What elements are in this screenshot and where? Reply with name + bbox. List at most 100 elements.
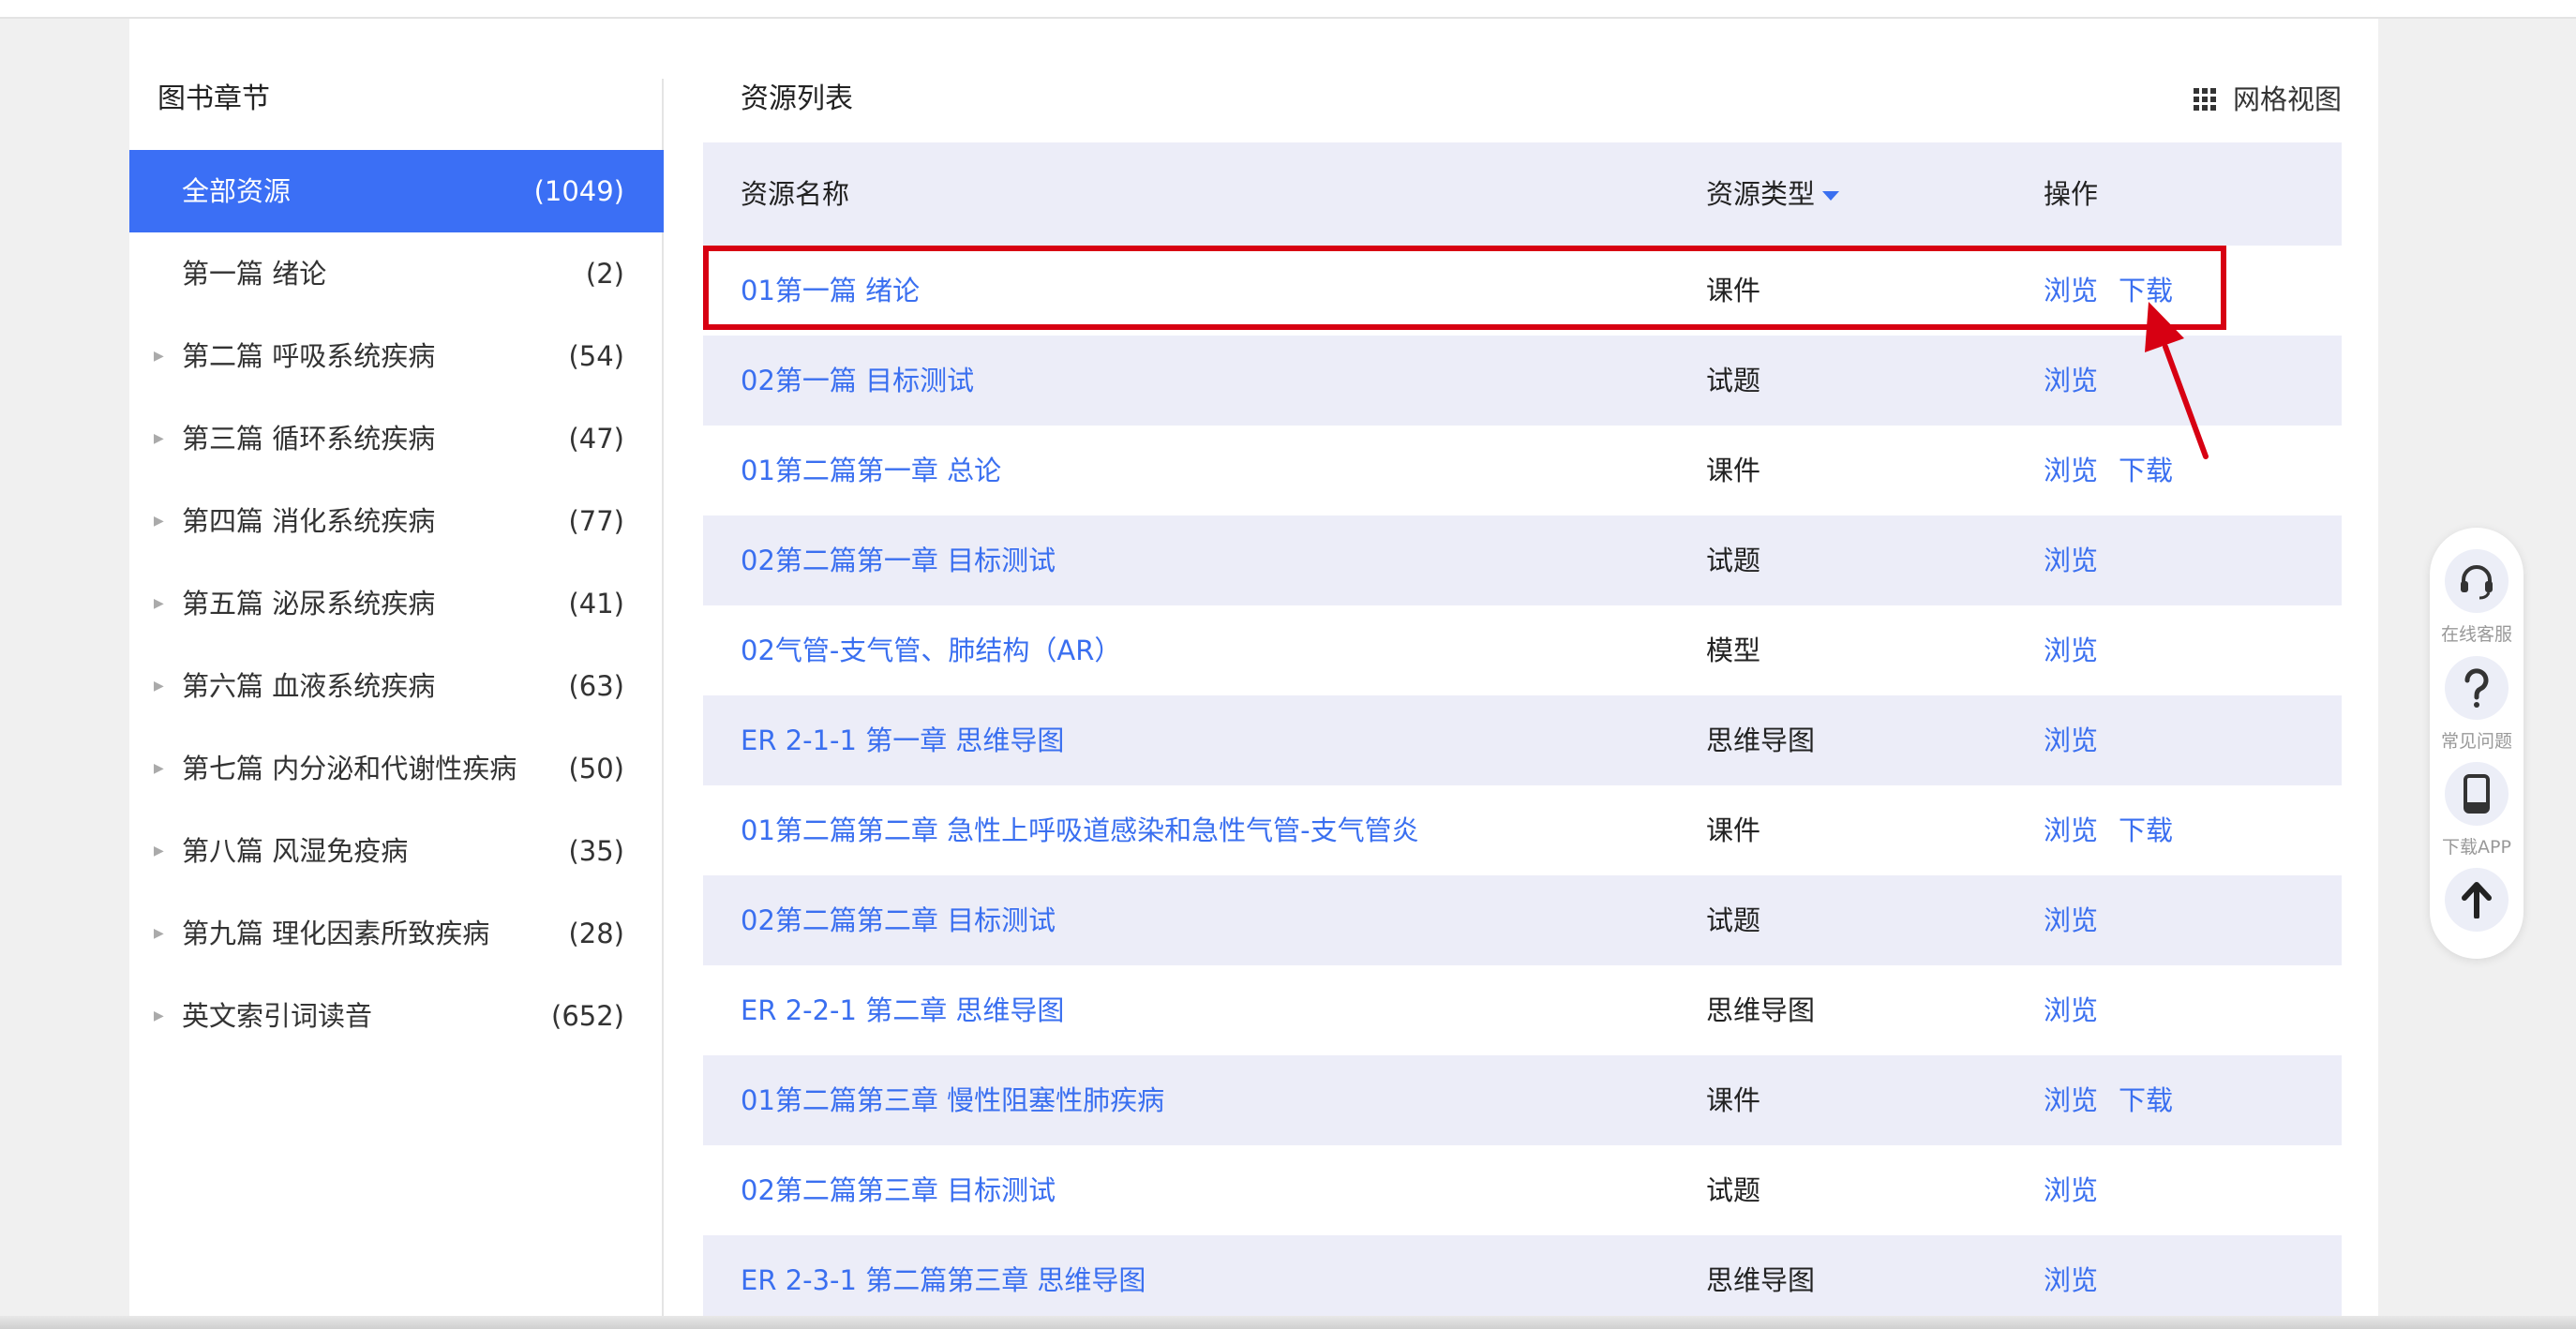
sidebar-item-count: (2): [585, 258, 624, 290]
expand-caret-icon[interactable]: ▶: [154, 645, 164, 727]
resource-type: 试题: [1706, 1174, 1761, 1206]
expand-caret-icon[interactable]: ▶: [154, 727, 164, 810]
table-body: 01第一篇 绪论 课件 浏览 下载 02第一篇 目标测试 试题 浏览 01第二篇第一章 总论课…: [703, 246, 2342, 1325]
sidebar-item-label: 第六篇 血液系统疾病: [182, 670, 436, 702]
faq-circle: [2445, 656, 2509, 720]
sidebar-item-10[interactable]: ▶ 英文索引词读音 (652): [129, 975, 664, 1057]
sidebar-item-count: (28): [568, 918, 624, 949]
page-bottom-edge: [0, 1316, 2576, 1329]
resource-name-link[interactable]: 02第二篇第二章 目标测试: [741, 875, 1056, 965]
expand-caret-icon[interactable]: ▶: [154, 315, 164, 397]
sidebar-item-count: (54): [568, 340, 624, 372]
grid-icon: [2193, 88, 2216, 111]
sidebar-item-count: (41): [568, 588, 624, 620]
online-service-button[interactable]: 在线客服: [2430, 549, 2524, 646]
grid-view-label: 网格视图: [2232, 83, 2342, 115]
browse-link[interactable]: 浏览: [2044, 1264, 2098, 1296]
sidebar-item-count: (47): [568, 423, 624, 455]
sidebar-item-0[interactable]: 全部资源 (1049): [129, 150, 664, 232]
table-row: 01第二篇第三章 慢性阻塞性肺疾病 课件 浏览 下载: [703, 1055, 2342, 1145]
browse-link[interactable]: 浏览: [2044, 994, 2098, 1026]
sidebar-item-label: 第七篇 内分泌和代谢性疾病: [182, 753, 517, 784]
column-header-type[interactable]: 资源类型: [1706, 142, 1840, 246]
resource-type: 试题: [1706, 365, 1761, 396]
sidebar-item-6[interactable]: ▶ 第六篇 血液系统疾病 (63): [129, 645, 664, 727]
browse-link[interactable]: 浏览: [2044, 904, 2098, 936]
sidebar-item-2[interactable]: ▶ 第二篇 呼吸系统疾病 (54): [129, 315, 664, 397]
sidebar-item-3[interactable]: ▶ 第三篇 循环系统疾病 (47): [129, 397, 664, 480]
sidebar-item-8[interactable]: ▶ 第八篇 风湿免疫病 (35): [129, 810, 664, 892]
sidebar-item-9[interactable]: ▶ 第九篇 理化因素所致疾病 (28): [129, 892, 664, 975]
expand-caret-icon[interactable]: ▶: [154, 892, 164, 975]
sidebar-item-1[interactable]: 第一篇 绪论 (2): [129, 232, 664, 315]
download-link[interactable]: 下载: [2119, 455, 2173, 486]
browse-link[interactable]: 浏览: [2044, 814, 2098, 846]
table-row: ER 2-3-1 第二篇第三章 思维导图 思维导图 浏览: [703, 1235, 2342, 1325]
table-row: 01第二篇第一章 总论 课件 浏览 下载: [703, 426, 2342, 515]
back-to-top-button[interactable]: [2430, 868, 2524, 932]
sidebar-item-label: 第二篇 呼吸系统疾病: [182, 340, 436, 372]
expand-caret-icon[interactable]: ▶: [154, 810, 164, 892]
resource-name-link[interactable]: ER 2-3-1 第二篇第三章 思维导图: [741, 1235, 1146, 1325]
sort-down-icon: [1822, 191, 1840, 201]
sidebar-item-label: 第八篇 风湿免疫病: [182, 835, 409, 867]
sidebar-item-label: 全部资源: [182, 175, 292, 207]
download-link[interactable]: 下载: [2119, 1084, 2173, 1116]
sidebar-item-4[interactable]: ▶ 第四篇 消化系统疾病 (77): [129, 480, 664, 562]
resource-name-link[interactable]: 02第二篇第三章 目标测试: [741, 1145, 1056, 1235]
browse-link[interactable]: 浏览: [2044, 365, 2098, 396]
resource-name-link[interactable]: 01第二篇第一章 总论: [741, 426, 1001, 515]
table-row: ER 2-1-1 第一章 思维导图 思维导图 浏览: [703, 695, 2342, 785]
column-header-name: 资源名称: [741, 178, 850, 210]
chapter-sidebar: 图书章节 全部资源 (1049) 第一篇 绪论 (2) ▶ 第二篇 呼吸系统疾病 (54) ▶…: [129, 79, 664, 1329]
resource-name-link[interactable]: ER 2-2-1 第二章 思维导图: [741, 965, 1064, 1055]
resource-name-link[interactable]: 02气管-支气管、肺结构（AR）: [741, 605, 1121, 695]
table-row: 02气管-支气管、肺结构（AR） 模型 浏览: [703, 605, 2342, 695]
sidebar-item-label: 第三篇 循环系统疾病: [182, 423, 436, 455]
resource-name-link[interactable]: 02第二篇第一章 目标测试: [741, 515, 1056, 605]
browse-link[interactable]: 浏览: [2044, 545, 2098, 576]
sidebar-item-count: (50): [568, 753, 624, 784]
phone-icon: [2464, 774, 2490, 814]
table-row: 01第二篇第二章 急性上呼吸道感染和急性气管-支气管炎 课件 浏览 下载: [703, 785, 2342, 875]
browse-link[interactable]: 浏览: [2044, 1174, 2098, 1206]
floating-toolbar: 在线客服 常见问题 下载APP: [2430, 528, 2524, 959]
expand-caret-icon[interactable]: ▶: [154, 397, 164, 480]
row-actions: 浏览 下载: [2044, 426, 2194, 515]
resource-type: 试题: [1706, 904, 1761, 936]
browse-link[interactable]: 浏览: [2044, 1084, 2098, 1116]
grid-view-toggle[interactable]: 网格视图: [2193, 79, 2342, 120]
expand-caret-icon[interactable]: ▶: [154, 975, 164, 1057]
resource-type: 模型: [1706, 635, 1761, 666]
row-actions: 浏览: [2044, 965, 2119, 1055]
resource-type: 思维导图: [1706, 1264, 1816, 1296]
chapter-list: 全部资源 (1049) 第一篇 绪论 (2) ▶ 第二篇 呼吸系统疾病 (54) ▶ 第三篇 循…: [129, 150, 664, 1057]
browse-link[interactable]: 浏览: [2044, 724, 2098, 756]
online-service-circle: [2445, 549, 2509, 613]
table-row: 02第二篇第二章 目标测试 试题 浏览: [703, 875, 2342, 965]
resource-name-link[interactable]: 02第一篇 目标测试: [741, 336, 974, 426]
faq-button[interactable]: 常见问题: [2430, 656, 2524, 753]
download-link[interactable]: 下载: [2119, 814, 2173, 846]
browse-link[interactable]: 浏览: [2044, 455, 2098, 486]
top-bar: [0, 0, 2576, 19]
back-to-top-circle: [2445, 868, 2509, 932]
resource-name-link[interactable]: ER 2-1-1 第一章 思维导图: [741, 695, 1064, 785]
resource-name-link[interactable]: 01第二篇第三章 慢性阻塞性肺疾病: [741, 1055, 1164, 1145]
expand-caret-icon[interactable]: ▶: [154, 562, 164, 645]
sidebar-item-7[interactable]: ▶ 第七篇 内分泌和代谢性疾病 (50): [129, 727, 664, 810]
sidebar-item-5[interactable]: ▶ 第五篇 泌尿系统疾病 (41): [129, 562, 664, 645]
row-actions: 浏览: [2044, 875, 2119, 965]
resource-name-link[interactable]: 01第二篇第二章 急性上呼吸道感染和急性气管-支气管炎: [741, 785, 1419, 875]
question-icon: [2464, 668, 2489, 708]
resource-type: 课件: [1706, 1084, 1761, 1116]
browse-link[interactable]: 浏览: [2044, 635, 2098, 666]
download-app-button[interactable]: 下载APP: [2430, 762, 2524, 859]
table-row: 02第二篇第三章 目标测试 试题 浏览: [703, 1145, 2342, 1235]
expand-caret-icon[interactable]: ▶: [154, 480, 164, 562]
resource-type: 课件: [1706, 814, 1761, 846]
download-app-label: 下载APP: [2442, 837, 2511, 858]
column-header-ops: 操作: [2044, 178, 2099, 210]
online-service-label: 在线客服: [2440, 624, 2512, 645]
sidebar-item-count: (77): [568, 505, 624, 537]
